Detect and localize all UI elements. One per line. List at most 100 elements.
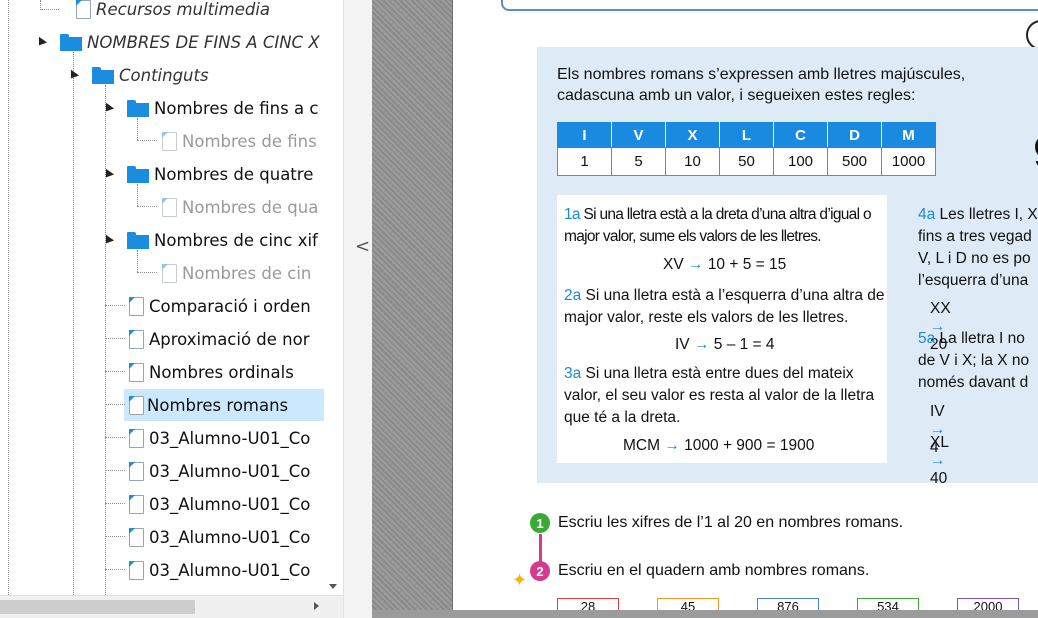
- page-number: 9: [1033, 128, 1038, 178]
- tree-node-comparacio-i-ordenacio[interactable]: Comparació i orden: [105, 290, 311, 322]
- exercise-text: Escriu en el quadern amb nombres romans.: [558, 562, 870, 579]
- tree-node-recursos-multimedia[interactable]: Recursos multimedia: [41, 0, 270, 25]
- expand-arrow-icon[interactable]: [101, 102, 115, 115]
- rule-1: 1a Si una lletra està a la dreta d’una a…: [564, 206, 872, 245]
- rule-3: 3a Si una lletra està entre dues del mat…: [564, 365, 875, 426]
- tree-node-nombres-de-fins-a-cent[interactable]: Nombres de fins a c: [101, 92, 318, 124]
- tree-guide-line: [8, 0, 9, 595]
- rule-2: 2a Si una lletra està a l’esquerra d’una…: [564, 287, 885, 326]
- exercise-1: 1 Escriu les xifres de l’1 al 20 en nomb…: [530, 513, 903, 533]
- answer-box: 2000: [957, 598, 1019, 610]
- roman-value: 100: [773, 147, 828, 176]
- tree-node-alumno-file[interactable]: 03_Alumno-U01_Co: [105, 422, 310, 454]
- page-number-circle: [1026, 20, 1038, 50]
- document-icon: [129, 395, 144, 415]
- rules-card: 1a Si una lletra està a la dreta d’una a…: [557, 195, 887, 463]
- document-icon: [129, 362, 144, 382]
- document-icon: [129, 296, 144, 316]
- rule-3-example: MCM → 1000 + 900 = 1900: [623, 437, 815, 454]
- tree-panel: Recursos multimedia NOMBRES DE FINS A CI…: [0, 0, 343, 595]
- roman-value: 500: [827, 147, 882, 176]
- tree-node-nombres-de-fins-doc[interactable]: Nombres de fins: [137, 125, 317, 157]
- rule-5: 5a La lletra I no de V i X; la X no nomé…: [918, 330, 1030, 391]
- tree-node-aproximacio-de-nombres[interactable]: Aproximació de nor: [105, 323, 310, 355]
- tree-node-nombres-de-fins-a-cinc-xifres[interactable]: NOMBRES DE FINS A CINC X: [34, 26, 320, 58]
- roman-letter: V: [611, 122, 666, 148]
- scroll-down-arrow-icon[interactable]: [329, 584, 337, 589]
- tree-node-nombres-ordinals[interactable]: Nombres ordinals: [105, 356, 294, 388]
- document-icon: [129, 461, 144, 481]
- roman-values-row: 1 5 10 50 100 500 1000: [557, 147, 936, 176]
- exercise-connector-line: [539, 534, 542, 564]
- tree-node-alumno-file[interactable]: 03_Alumno-U01_Co: [105, 521, 310, 553]
- document-icon: [129, 560, 144, 580]
- tree-node-alumno-file[interactable]: 03_Alumno-U01_Co: [105, 488, 310, 520]
- document-icon: [162, 131, 177, 151]
- exercise-number-badge: 2: [530, 561, 550, 581]
- roman-numerals-table: I V X L C D M 1 5 10 50 100 500 1000: [557, 122, 936, 176]
- folder-icon: [60, 33, 82, 51]
- tree-vertical-scrollbar[interactable]: [324, 0, 343, 595]
- document-icon: [129, 428, 144, 448]
- document-page: Els nombres romans s’expressen amb lletr…: [452, 0, 1038, 610]
- answer-box: 534: [857, 598, 919, 610]
- tree-node-alumno-file[interactable]: 03_Alumno-U01_Co: [105, 455, 310, 487]
- roman-value: 1000: [881, 147, 936, 176]
- tree-view: Recursos multimedia NOMBRES DE FINS A CI…: [0, 0, 324, 595]
- answer-box: 876: [757, 598, 819, 610]
- roman-letter: M: [881, 122, 936, 148]
- tree-node-nombres-de-quatre-xifres[interactable]: Nombres de quatre: [101, 158, 313, 190]
- roman-letter: L: [719, 122, 774, 148]
- exercise-2: 2 Escriu en el quadern amb nombres roman…: [530, 561, 869, 581]
- roman-value: 50: [719, 147, 774, 176]
- expand-arrow-icon[interactable]: [101, 168, 115, 181]
- tree-node-nombres-de-cinc-xifres[interactable]: Nombres de cinc xif: [101, 224, 318, 256]
- roman-value: 1: [557, 147, 612, 176]
- exercise-text: Escriu les xifres de l’1 al 20 en nombre…: [558, 514, 904, 531]
- tree-horizontal-scrollbar[interactable]: [0, 595, 343, 618]
- document-icon: [129, 494, 144, 514]
- folder-icon: [127, 99, 149, 117]
- roman-letters-row: I V X L C D M: [557, 122, 936, 148]
- tree-node-nombres-de-quatre-doc[interactable]: Nombres de qua: [137, 191, 318, 223]
- tree-guide-line: [105, 85, 106, 595]
- tree-node-alumno-file[interactable]: 03_Alumno-U01_Co: [105, 554, 310, 586]
- viewer-bottom-edge: [372, 610, 1038, 618]
- tree-node-nombres-romans[interactable]: Nombres romans: [105, 389, 324, 421]
- document-icon: [162, 197, 177, 217]
- rule-2-example: IV → 5 – 1 = 4: [675, 336, 775, 353]
- collapse-panel-icon[interactable]: <: [355, 236, 370, 257]
- document-icon: [129, 329, 144, 349]
- expand-arrow-icon[interactable]: [34, 36, 48, 49]
- document-icon: [76, 0, 91, 19]
- rule-4: 4a Les lletres I, X fins a tres vegad V,…: [918, 206, 1038, 289]
- roman-letter: I: [557, 122, 612, 148]
- panel-splitter[interactable]: <: [343, 0, 372, 618]
- tree-node-nombres-de-cinc-doc[interactable]: Nombres de cin: [137, 257, 311, 289]
- expand-arrow-icon[interactable]: [66, 69, 80, 82]
- viewer-background: [372, 0, 452, 610]
- rule-1-example: XV → 10 + 5 = 15: [663, 256, 787, 273]
- roman-value: 10: [665, 147, 720, 176]
- folder-icon: [92, 66, 114, 84]
- roman-letter: X: [665, 122, 720, 148]
- document-icon: [162, 263, 177, 283]
- answer-box: 45: [657, 598, 719, 610]
- roman-value: 5: [611, 147, 666, 176]
- tree-node-continguts[interactable]: Continguts: [66, 59, 209, 91]
- folder-icon: [127, 231, 149, 249]
- document-icon: [129, 527, 144, 547]
- rule-5-example: XL → 40: [930, 434, 949, 487]
- tree-guide-line: [73, 52, 74, 595]
- scrollbar-thumb[interactable]: [0, 600, 195, 614]
- scroll-right-arrow-icon[interactable]: [314, 602, 319, 610]
- answer-box: 28: [557, 598, 619, 610]
- roman-letter: D: [827, 122, 882, 148]
- exercise-number-badge: 1: [530, 513, 550, 533]
- roman-letter: C: [773, 122, 828, 148]
- header-frame: [501, 0, 1038, 11]
- folder-icon: [127, 165, 149, 183]
- expand-arrow-icon[interactable]: [101, 234, 115, 247]
- intro-text: Els nombres romans s’expressen amb lletr…: [557, 66, 966, 104]
- key-icon: ✦: [512, 570, 528, 590]
